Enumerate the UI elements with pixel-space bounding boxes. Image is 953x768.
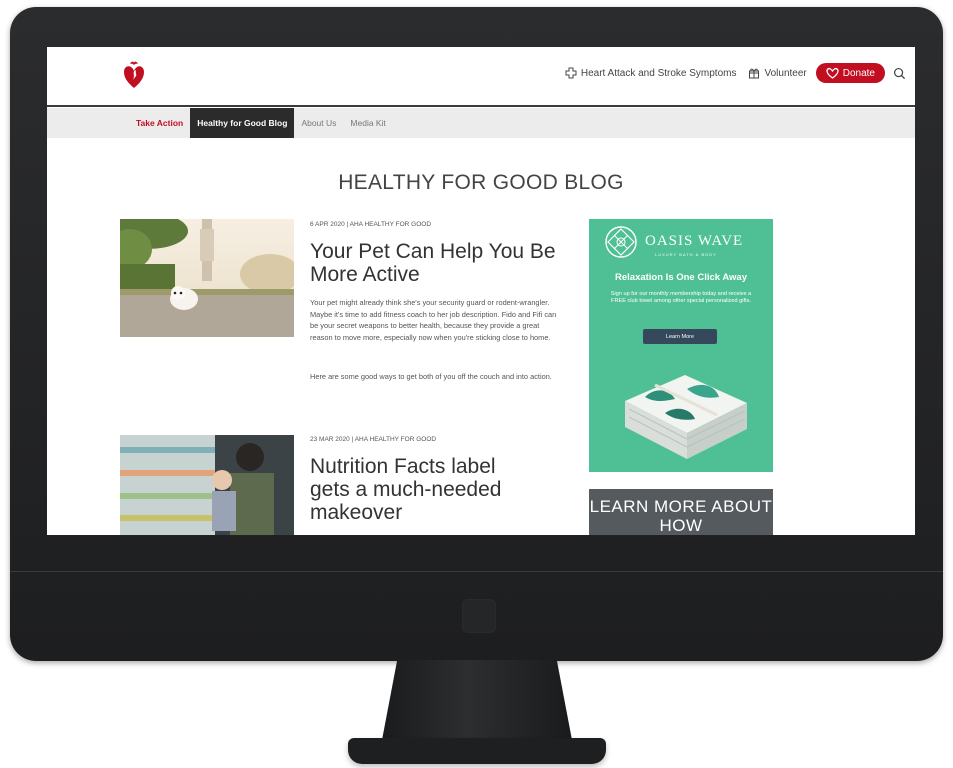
dog-walk-photo (120, 219, 294, 337)
monitor-stand-base (348, 738, 606, 764)
blog-subnav: Take Action Healthy for Good Blog About … (47, 108, 915, 138)
subnav-media-kit[interactable]: Media Kit (343, 108, 392, 138)
grocery-photo (120, 435, 294, 535)
ad-copy: Sign up for our monthly membership today… (610, 291, 752, 304)
ad-tagline: LUXURY BATH & BODY (655, 252, 717, 257)
post-2-meta: 23 MAR 2020 | AHA HEALTHY FOR GOOD (310, 436, 437, 443)
monitor-logo (462, 599, 496, 633)
volunteer-icon (749, 68, 760, 79)
ad-brand-name: OASIS WAVE (645, 233, 744, 249)
heart-outline-icon (826, 67, 839, 79)
symptoms-link[interactable]: Heart Attack and Stroke Symptoms (562, 67, 740, 79)
search-icon (893, 67, 905, 79)
volunteer-link-label: Volunteer (764, 67, 807, 79)
oasis-wave-logo-icon (605, 226, 637, 258)
post-2-title[interactable]: Nutrition Facts label gets a much-needed… (310, 455, 540, 524)
oasis-wave-ad[interactable]: OASIS WAVE LUXURY BATH & BODY Relaxation… (589, 219, 773, 472)
monitor-chin-divider (10, 571, 943, 572)
subnav-healthy-for-good-blog[interactable]: Healthy for Good Blog (190, 108, 295, 138)
post-image-grocery[interactable] (120, 435, 294, 535)
volunteer-link[interactable]: Volunteer (745, 67, 809, 79)
site-header: Heart Attack and Stroke Symptoms Volunte… (47, 47, 915, 107)
medical-cross-icon (565, 67, 577, 79)
donate-button[interactable]: Donate (815, 63, 885, 83)
post-1-excerpt-2: Here are some good ways to get both of y… (310, 372, 552, 381)
towel-product-image (625, 375, 747, 459)
search-button[interactable] (891, 65, 907, 81)
subnav-about-us[interactable]: About Us (294, 108, 343, 138)
post-1-meta: 6 APR 2020 | AHA HEALTHY FOR GOOD (310, 221, 432, 228)
donate-label: Donate (842, 67, 875, 79)
ad-headline: Relaxation Is One Click Away (615, 272, 747, 283)
post-image-dog-walk[interactable] (120, 219, 294, 337)
post-1-excerpt: Your pet might already think she's your … (310, 298, 557, 342)
monitor-stand (382, 660, 572, 740)
ad-learn-more-button[interactable]: Learn More (643, 329, 717, 344)
post-1-title[interactable]: Your Pet Can Help You Be More Active (310, 240, 560, 286)
browser-screen: Heart Attack and Stroke Symptoms Volunte… (47, 47, 915, 535)
aha-logo-icon[interactable] (123, 59, 145, 89)
page-title: HEALTHY FOR GOOD BLOG (338, 171, 624, 194)
symptoms-link-label: Heart Attack and Stroke Symptoms (580, 67, 737, 79)
learn-more-banner[interactable]: LEARN MORE ABOUT HOW (589, 489, 773, 535)
utility-nav: Heart Attack and Stroke Symptoms Volunte… (562, 60, 907, 86)
subnav-take-action[interactable]: Take Action (129, 108, 190, 138)
